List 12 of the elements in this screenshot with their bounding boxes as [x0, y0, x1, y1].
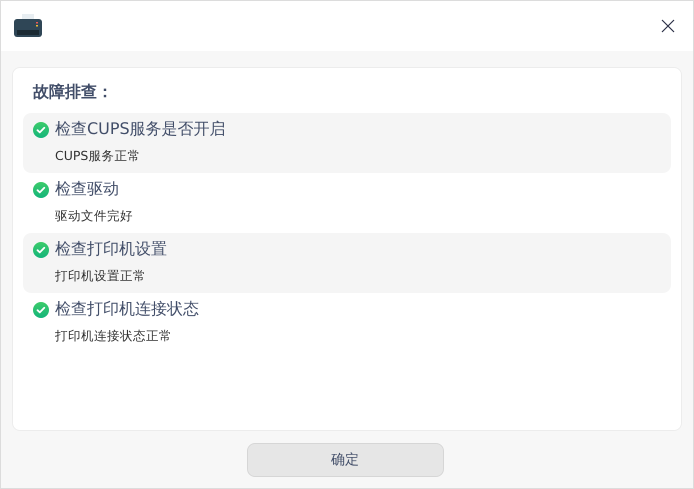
check-result: 打印机连接状态正常 [55, 328, 173, 345]
printer-icon [13, 13, 43, 39]
section-title: 故障排查： [32, 81, 114, 103]
check-name: 检查打印机连接状态 [55, 299, 199, 320]
check-name: 检查驱动 [55, 179, 119, 200]
confirm-button[interactable]: 确定 [246, 443, 444, 477]
check-result: 驱动文件完好 [55, 208, 134, 225]
check-result: 打印机设置正常 [55, 268, 147, 285]
check-name: 检查打印机设置 [55, 239, 167, 260]
check-result: CUPS服务正常 [55, 148, 142, 165]
close-icon [661, 19, 675, 33]
check-name: 检查CUPS服务是否开启 [55, 119, 226, 140]
